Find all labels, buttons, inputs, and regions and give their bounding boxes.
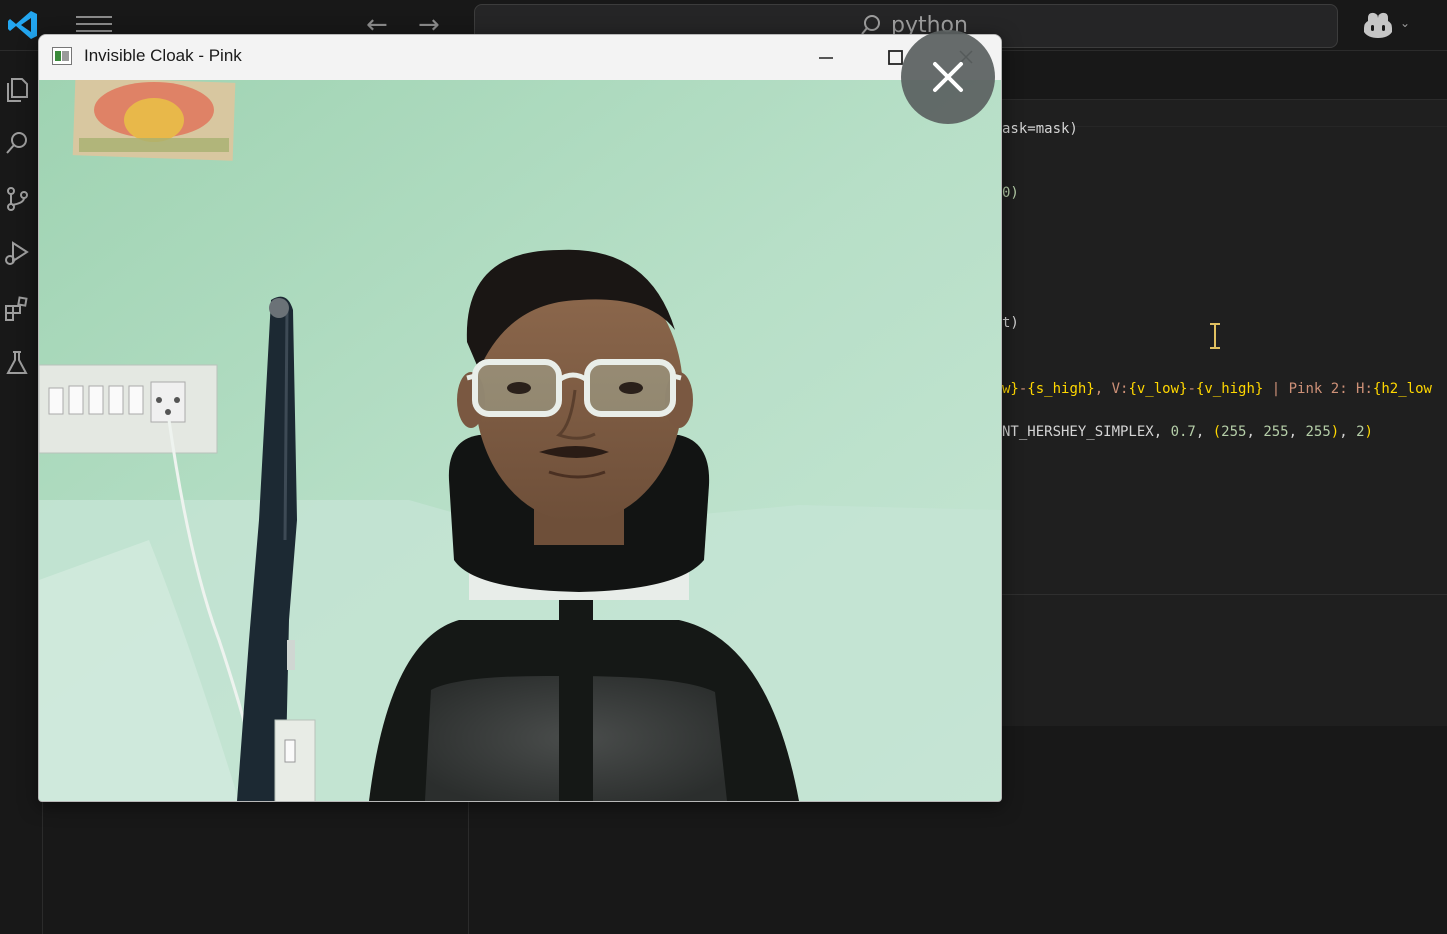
explorer-icon[interactable]	[3, 75, 31, 103]
code-line-1[interactable]: ask=mask)	[1002, 120, 1078, 138]
code-token: NT_HERSHEY_SIMPLEX,	[1002, 424, 1171, 440]
copilot-icon[interactable]	[1362, 10, 1394, 40]
code-token: 0)	[1002, 185, 1019, 201]
code-token: t)	[1002, 315, 1019, 331]
switchboard	[39, 364, 218, 454]
opencv-window[interactable]: Invisible Cloak - Pink	[38, 34, 1002, 802]
run-debug-icon[interactable]	[3, 239, 31, 267]
code-token: , V:	[1094, 381, 1129, 397]
code-token: 255	[1263, 424, 1289, 440]
code-token: w}	[1002, 381, 1019, 397]
panel-divider	[1000, 594, 1447, 595]
code-token: 255	[1221, 424, 1247, 440]
code-line-2[interactable]: 0)	[1002, 184, 1019, 202]
code-token: {h2_low	[1372, 381, 1432, 397]
close-icon	[933, 62, 963, 92]
code-token: )	[1330, 424, 1340, 440]
menu-icon[interactable]	[76, 16, 112, 34]
minimize-button[interactable]	[806, 43, 846, 73]
code-token: ,	[1195, 424, 1213, 440]
window-titlebar[interactable]: Invisible Cloak - Pink	[39, 35, 1001, 80]
code-token: -	[1187, 381, 1196, 397]
code-line-4[interactable]: w}-{s_high}, V:{v_low}-{v_high} | Pink 2…	[1002, 380, 1432, 398]
source-control-icon[interactable]	[3, 185, 31, 213]
code-token: ,	[1246, 424, 1264, 440]
code-token: {v_high}	[1195, 381, 1264, 397]
chevron-down-icon[interactable]: ⌄	[1400, 16, 1410, 30]
code-token: 255	[1305, 424, 1331, 440]
code-token: 2	[1356, 424, 1365, 440]
extensions-icon[interactable]	[3, 295, 31, 323]
testing-icon[interactable]	[3, 349, 31, 377]
vscode-logo[interactable]	[6, 8, 40, 42]
text-cursor-icon	[1210, 323, 1220, 349]
code-token: {s_high}	[1027, 381, 1095, 397]
code-token: {v_low}	[1128, 381, 1188, 397]
code-line-5[interactable]: NT_HERSHEY_SIMPLEX, 0.7, (255, 255, 255)…	[1002, 423, 1373, 441]
code-token: 0.7	[1170, 424, 1196, 440]
window-title: Invisible Cloak - Pink	[84, 46, 242, 65]
code-token: (	[1212, 424, 1222, 440]
search-icon[interactable]	[3, 129, 31, 157]
webcam-frame	[39, 80, 1001, 801]
code-token: ,	[1288, 424, 1306, 440]
code-token: ,	[1339, 424, 1357, 440]
code-token: | Pink 2: H:	[1263, 381, 1373, 397]
overlay-close-button[interactable]	[901, 30, 995, 124]
activity-bar	[0, 51, 43, 934]
code-token: )	[1364, 424, 1373, 440]
app-icon	[52, 47, 72, 65]
code-token: ask=mask)	[1002, 121, 1078, 137]
code-line-3[interactable]: t)	[1002, 314, 1019, 332]
